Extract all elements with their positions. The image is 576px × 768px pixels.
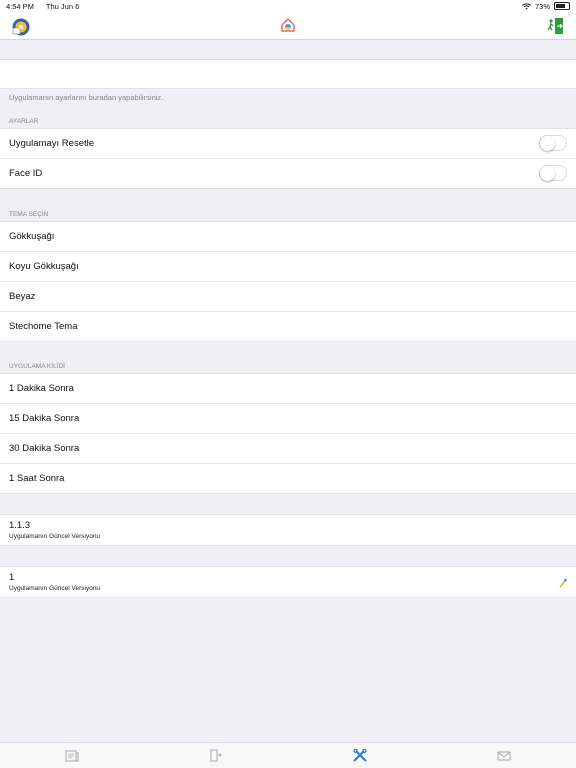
mail-icon (497, 751, 511, 760)
tools-icon (353, 748, 367, 762)
lock-group: 1 Dakika Sonra 15 Dakika Sonra 30 Dakika… (0, 373, 576, 494)
reset-label: Uygulamayı Resetle (9, 138, 95, 149)
tab-mail[interactable] (432, 743, 576, 768)
exit-icon[interactable] (546, 17, 564, 35)
spacer (0, 546, 576, 566)
version-value: 1.1.3 (9, 520, 31, 531)
build-caption: Uygulamanın Güncel Versiyonu (9, 585, 101, 592)
spacer (0, 40, 576, 59)
theme-option-gokkusagi[interactable]: Gökkuşağı (0, 222, 576, 251)
reset-toggle[interactable] (539, 135, 567, 151)
blank-row (0, 59, 576, 89)
tab-news[interactable] (0, 743, 144, 768)
tab-tools[interactable] (288, 743, 432, 768)
section-header-kilit: UYGULAMA KİLİDİ (9, 363, 65, 370)
reset-row: Uygulamayı Resetle (0, 129, 576, 158)
section-header-tema: TEMA SEÇİN (9, 211, 49, 218)
status-bar: 4:54 PM Thu Jun 6 73% (0, 0, 576, 12)
version-row: 1.1.3 Uygulamanın Güncel Versiyonu (0, 514, 576, 546)
toggle-knob (540, 136, 555, 151)
section-header-ayarlar: AYARLAR (9, 118, 39, 125)
theme-group: Gökkuşağı Koyu Gökkuşağı Beyaz Stechome … (0, 221, 576, 342)
battery-percent: 73% (534, 1, 550, 11)
theme-option-koyu-gokkusagi[interactable]: Koyu Gökkuşağı (0, 251, 576, 281)
version-caption: Uygulamanın Güncel Versiyonu (9, 533, 101, 540)
lock-option-1-min[interactable]: 1 Dakika Sonra (0, 374, 576, 403)
wifi-icon (522, 2, 531, 9)
build-value: 1 (9, 572, 15, 583)
toggle-knob (540, 166, 555, 181)
tab-bar (0, 742, 576, 768)
settings-group: Uygulamayı Resetle Face ID (0, 128, 576, 189)
status-date: Thu Jun 6 (45, 1, 80, 11)
door-icon (210, 749, 222, 762)
build-row: 1 Uygulamanın Güncel Versiyonu (0, 566, 576, 598)
faceid-label: Face ID (9, 168, 43, 179)
faceid-toggle[interactable] (539, 165, 567, 181)
battery-icon (554, 2, 570, 10)
home-logo-icon (281, 18, 295, 32)
intro-text: Uygulamanın ayarlarını buradan yapabilir… (9, 93, 164, 102)
lock-option-1-hour[interactable]: 1 Saat Sonra (0, 463, 576, 493)
nav-bar (0, 12, 576, 40)
theme-option-beyaz[interactable]: Beyaz (0, 281, 576, 311)
status-right: 73% (522, 2, 570, 11)
faceid-row: Face ID (0, 158, 576, 188)
news-icon (65, 750, 79, 761)
lock-option-15-min[interactable]: 15 Dakika Sonra (0, 403, 576, 433)
settings-disc-icon[interactable] (11, 17, 31, 37)
wand-icon[interactable] (559, 578, 567, 588)
status-left: 4:54 PM Thu Jun 6 (6, 2, 89, 11)
status-time: 4:54 PM (6, 1, 34, 11)
spacer (0, 494, 576, 514)
tab-door[interactable] (144, 743, 288, 768)
lock-option-30-min[interactable]: 30 Dakika Sonra (0, 433, 576, 463)
theme-option-stechome[interactable]: Stechome Tema (0, 311, 576, 341)
battery-fill (556, 4, 565, 8)
